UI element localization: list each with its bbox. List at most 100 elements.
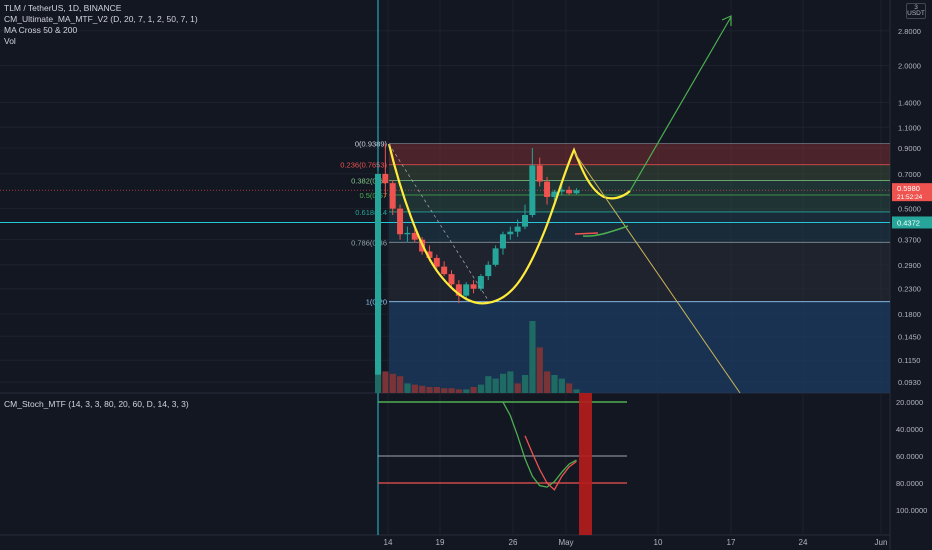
candle-body — [485, 264, 492, 277]
time-axis[interactable]: 14 19 26 May 10 17 24 Jun — [384, 538, 888, 547]
candle-body — [433, 257, 440, 267]
candle-body — [529, 165, 536, 216]
price-tick-label: 1.4000 — [898, 98, 921, 107]
stoch-d-line — [524, 435, 577, 491]
time-tick-label: 14 — [384, 538, 393, 547]
time-tick-label: Jun — [875, 538, 888, 547]
volume-bar — [551, 375, 558, 393]
candle-body — [536, 165, 543, 182]
volume-bar — [441, 388, 448, 393]
symbol-title[interactable]: TLM / TetherUS, 1D, BINANCE — [4, 3, 198, 14]
candle-body — [463, 284, 470, 296]
volume-bar — [514, 383, 521, 393]
volume-bar — [492, 378, 499, 393]
legend-vol[interactable]: Vol — [4, 36, 198, 47]
volume-bar — [507, 371, 514, 393]
stoch-tick-label: 100.0000 — [896, 506, 927, 515]
ma-slow-line — [574, 232, 599, 235]
fib-band — [389, 301, 890, 393]
volume-bar — [544, 371, 551, 393]
volume-bar — [419, 385, 426, 393]
volume-bar — [470, 387, 477, 393]
time-tick-label: 10 — [654, 538, 663, 547]
price-tick-label: 1.1000 — [898, 123, 921, 132]
time-tick-label: 19 — [436, 538, 445, 547]
volume-bar — [455, 389, 463, 393]
volume-bar — [573, 389, 580, 393]
stoch-tick-label: 60.0000 — [896, 452, 923, 461]
candle-body — [382, 173, 389, 184]
indicator-legend: TLM / TetherUS, 1D, BINANCE CM_Ultimate_… — [4, 3, 198, 47]
candle-body — [470, 284, 477, 289]
price-tick-label: 0.5000 — [898, 205, 921, 214]
fib-band — [389, 211, 890, 243]
stoch-tick-label: 80.0000 — [896, 479, 923, 488]
stochastic-pane — [378, 393, 627, 535]
price-axis[interactable]: 2.8000 2.0000 1.4000 1.1000 0.9000 0.7000 0.50… — [892, 27, 932, 515]
stoch-legend[interactable]: CM_Stoch_MTF (14, 3, 3, 80, 20, 60, D, 1… — [4, 399, 189, 409]
marked-level-label: 0.4372 — [897, 218, 920, 227]
price-tick-label: 0.2900 — [898, 261, 921, 270]
price-tick-label: 0.0930 — [898, 378, 921, 387]
fib-level-label: 0.5(0.57 — [359, 191, 387, 200]
candle-body — [441, 266, 448, 275]
volume-bar — [558, 378, 565, 393]
time-tick-label: 17 — [727, 538, 736, 547]
fib-level-label: 0.618(0.4 — [355, 208, 387, 217]
price-tick-label: 0.2300 — [898, 285, 921, 294]
candle-body — [375, 173, 381, 375]
price-chart[interactable]: 0(0.9389) 0.236(0.7653) 0.382(0.65 0.5(0.57… — [0, 0, 932, 550]
price-tick-label: 2.8000 — [898, 27, 921, 36]
legend-ma-mtf[interactable]: CM_Ultimate_MA_MTF_V2 (D, 20, 7, 1, 2, 5… — [4, 14, 198, 25]
stoch-tick-label: 40.0000 — [896, 425, 923, 434]
candle-body — [544, 181, 551, 197]
volume-bar — [404, 383, 411, 393]
candle-body — [507, 231, 514, 235]
price-tick-label: 0.1150 — [898, 356, 920, 365]
fib-level-label: 0.236(0.7653) — [340, 161, 387, 170]
volume-bar — [499, 373, 507, 393]
volume-bar — [411, 384, 418, 393]
price-tick-label: 0.7000 — [898, 170, 921, 179]
stoch-k-line — [502, 401, 577, 488]
time-tick-label: 26 — [509, 538, 518, 547]
fib-band — [389, 164, 890, 181]
overbought-highlight — [579, 393, 592, 535]
volume-bar — [485, 376, 492, 393]
price-tick-label: 0.3700 — [898, 236, 921, 245]
volume-bar — [536, 347, 543, 393]
currency-badge[interactable]: 3 USDT — [906, 3, 926, 19]
volume-bar — [566, 383, 573, 393]
fib-level-label: 0.382(0.65 — [351, 176, 387, 185]
candle-body — [566, 189, 573, 194]
candle-body — [492, 248, 499, 265]
price-tick-label: 0.1800 — [898, 310, 921, 319]
stoch-tick-label: 20.0000 — [896, 398, 923, 407]
candle-body — [514, 226, 521, 232]
candle-body — [389, 183, 396, 209]
volume-bar — [397, 376, 404, 393]
candle-body — [397, 208, 404, 235]
volume-bar — [389, 373, 396, 393]
candle-body — [499, 234, 506, 249]
time-tick-label: May — [558, 538, 573, 547]
candle-body — [522, 215, 528, 227]
candle-body — [448, 274, 455, 285]
fib-band — [389, 194, 890, 212]
price-tick-label: 0.9000 — [898, 144, 921, 153]
price-tick-label: 2.0000 — [898, 62, 921, 71]
countdown-label: 21:52:24 — [897, 194, 923, 201]
fib-level-label: 0(0.9389) — [355, 140, 388, 149]
fib-band — [389, 143, 890, 165]
legend-ma-cross[interactable]: MA Cross 50 & 200 — [4, 25, 198, 36]
fib-band — [389, 180, 890, 195]
candle-body — [573, 190, 580, 194]
candle-body — [404, 232, 411, 235]
volume-bar — [382, 371, 389, 393]
volume-bar — [426, 387, 433, 393]
last-price-label: 0.5980 — [897, 184, 920, 193]
volume-bar — [522, 375, 529, 393]
price-tick-label: 0.1450 — [898, 332, 921, 341]
volume-bar — [463, 389, 470, 393]
volume-bar — [433, 387, 440, 393]
